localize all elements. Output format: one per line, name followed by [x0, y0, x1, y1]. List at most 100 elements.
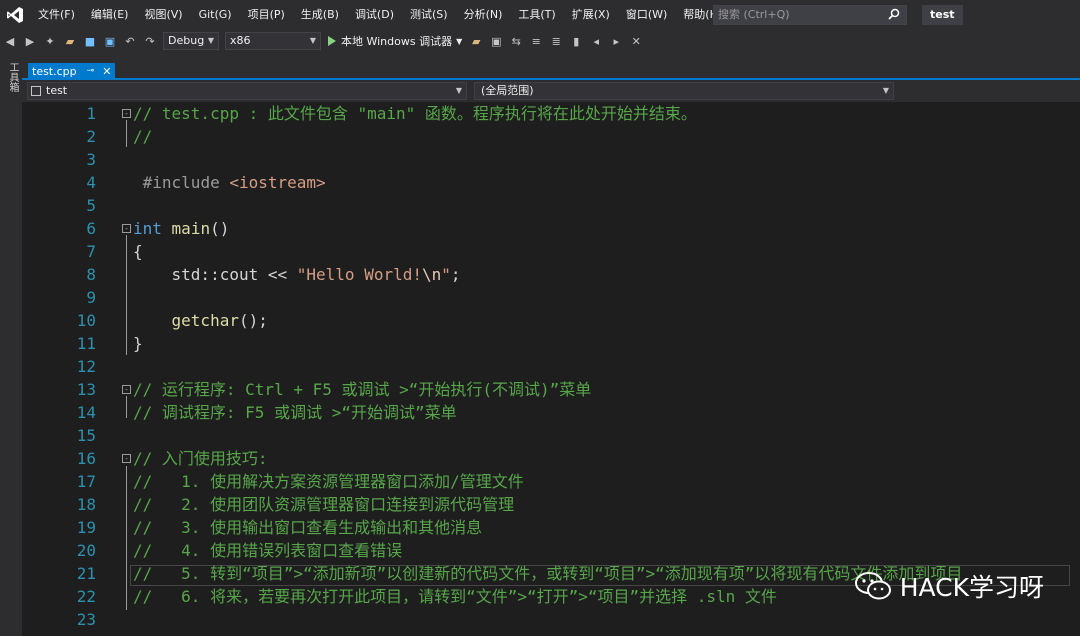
forward-navigate-icon[interactable]: ▶ — [22, 33, 38, 49]
code-line: 5 — [22, 194, 1080, 217]
code-text: } — [133, 334, 143, 353]
collapse-icon[interactable]: - — [122, 385, 131, 394]
code-text: getchar(); — [133, 309, 268, 332]
line-number: 9 — [86, 288, 96, 307]
chevron-down-icon: ▼ — [882, 86, 889, 95]
code-text: // 4. 使用错误列表窗口查看错误 — [133, 541, 403, 560]
redo-icon[interactable]: ↷ — [142, 33, 158, 49]
step-icon[interactable]: ⇆ — [508, 33, 524, 49]
tab-test-cpp[interactable]: test.cpp ⊸ ✕ — [28, 63, 116, 80]
menu-build[interactable]: 生成(B) — [293, 0, 347, 30]
keyword: int — [133, 219, 162, 238]
line-number: 4 — [86, 173, 96, 192]
code-line: 4 #include <iostream> — [22, 171, 1080, 194]
code-line: 9 — [22, 286, 1080, 309]
line-number: 23 — [76, 610, 96, 629]
string-literal: " — [441, 265, 451, 284]
solution-platform-select[interactable]: x86 ▼ — [225, 32, 321, 50]
chevron-down-icon: ▼ — [455, 86, 462, 95]
line-number: 1 — [86, 104, 96, 123]
menu-debug[interactable]: 调试(D) — [347, 0, 402, 30]
collapse-icon[interactable]: - — [122, 454, 131, 463]
menu-project[interactable]: 项目(P) — [240, 0, 293, 30]
include-header: <iostream> — [229, 173, 326, 192]
menu-view[interactable]: 视图(V) — [136, 0, 190, 30]
bookmark-icon[interactable]: ▮ — [568, 33, 584, 49]
undo-icon[interactable]: ↶ — [122, 33, 138, 49]
menu-git[interactable]: Git(G) — [191, 0, 240, 30]
menu-test[interactable]: 测试(S) — [402, 0, 456, 30]
folder-icon[interactable]: ▰ — [468, 33, 484, 49]
chevron-down-icon: ▼ — [309, 36, 316, 45]
line-number: 10 — [76, 311, 96, 330]
back-navigate-icon[interactable]: ◀ — [2, 33, 18, 49]
preprocessor-directive: #include — [142, 173, 220, 192]
line-number: 13 — [76, 380, 96, 399]
standard-toolbar: ◀ ▶ ✦ ▰ ■ ▣ ↶ ↷ Debug ▼ x86 ▼ 本地 Windows… — [0, 30, 1080, 52]
code-line: 14 // 调试程序: F5 或调试 >“开始调试”菜单 — [22, 401, 1080, 424]
line-number: 17 — [76, 472, 96, 491]
uncomment-icon[interactable]: ≣ — [548, 33, 564, 49]
function-name: main — [171, 219, 211, 238]
line-number: 12 — [76, 357, 96, 376]
save-all-icon[interactable]: ▣ — [102, 33, 118, 49]
screenshot-icon[interactable]: ▣ — [488, 33, 504, 49]
new-project-icon[interactable]: ✦ — [42, 33, 58, 49]
start-debugging-button[interactable]: 本地 Windows 调试器 ▼ — [328, 33, 462, 49]
code-editor[interactable]: 1-// test.cpp : 此文件包含 "main" 函数。程序执行将在此处… — [22, 102, 1080, 636]
code-text: { — [133, 242, 143, 261]
code-text: // 运行程序: Ctrl + F5 或调试 >“开始执行(不调试)”菜单 — [133, 380, 592, 399]
code-text: std::cout << "Hello World!\n"; — [133, 263, 461, 286]
line-number: 15 — [76, 426, 96, 445]
line-number: 8 — [86, 265, 96, 284]
line-number: 21 — [76, 564, 96, 583]
line-number: 5 — [86, 196, 96, 215]
watermark-text: HACK学习呀 — [899, 573, 1044, 602]
line-number: 19 — [76, 518, 96, 537]
code-line: 11} — [22, 332, 1080, 355]
next-bookmark-icon[interactable]: ▸ — [608, 33, 624, 49]
watermark: HACK学习呀 — [854, 568, 1044, 604]
project-scope-select[interactable]: test ▼ — [27, 82, 467, 100]
search-icon[interactable] — [888, 8, 900, 20]
project-scope-value: test — [46, 84, 68, 97]
code-line: 2 // — [22, 125, 1080, 148]
line-number: 20 — [76, 541, 96, 560]
visual-studio-logo-icon[interactable] — [0, 0, 30, 30]
save-icon[interactable]: ■ — [82, 33, 98, 49]
function-name: getchar — [133, 311, 239, 330]
open-file-icon[interactable]: ▰ — [62, 33, 78, 49]
collapse-icon[interactable]: - — [122, 224, 131, 233]
chevron-down-icon: ▼ — [207, 36, 214, 45]
code-text: // 入门使用技巧: — [133, 449, 268, 468]
line-number: 16 — [76, 449, 96, 468]
collapse-icon[interactable]: - — [122, 109, 131, 118]
toolbox-tab[interactable]: 工具箱 — [5, 62, 20, 92]
menu-extensions[interactable]: 扩展(X) — [564, 0, 618, 30]
code-text: // 调试程序: F5 或调试 >“开始调试”菜单 — [133, 403, 457, 422]
close-icon[interactable]: ✕ — [102, 63, 111, 80]
play-icon — [328, 36, 336, 46]
pin-icon[interactable]: ⊸ — [87, 63, 95, 80]
menu-tools[interactable]: 工具(T) — [510, 0, 563, 30]
prev-bookmark-icon[interactable]: ◂ — [588, 33, 604, 49]
code-text: // 5. 转到“项目”>“添加新项”以创建新的代码文件，或转到“项目”>“添加… — [133, 564, 963, 583]
clear-bookmarks-icon[interactable]: ✕ — [628, 33, 644, 49]
menu-bar: 文件(F) 编辑(E) 视图(V) Git(G) 项目(P) 生成(B) 调试(… — [0, 0, 1080, 30]
search-input[interactable]: 搜索 (Ctrl+Q) — [713, 5, 907, 25]
menu-window[interactable]: 窗口(W) — [618, 0, 675, 30]
comment-out-icon[interactable]: ≡ — [528, 33, 544, 49]
solution-configuration-select[interactable]: Debug ▼ — [163, 32, 219, 50]
global-scope-select[interactable]: (全局范围) ▼ — [474, 82, 894, 100]
navigation-bar: test ▼ (全局范围) ▼ — [22, 80, 1080, 102]
global-scope-value: (全局范围) — [481, 84, 534, 97]
line-number: 11 — [76, 334, 96, 353]
menu-file[interactable]: 文件(F) — [30, 0, 83, 30]
menu-analyze[interactable]: 分析(N) — [456, 0, 511, 30]
menu-edit[interactable]: 编辑(E) — [83, 0, 137, 30]
code-segment: std::cout << — [133, 265, 297, 284]
line-number: 3 — [86, 150, 96, 169]
line-number: 18 — [76, 495, 96, 514]
string-literal: "Hello World! — [296, 265, 422, 284]
code-line: 8 std::cout << "Hello World!\n"; — [22, 263, 1080, 286]
